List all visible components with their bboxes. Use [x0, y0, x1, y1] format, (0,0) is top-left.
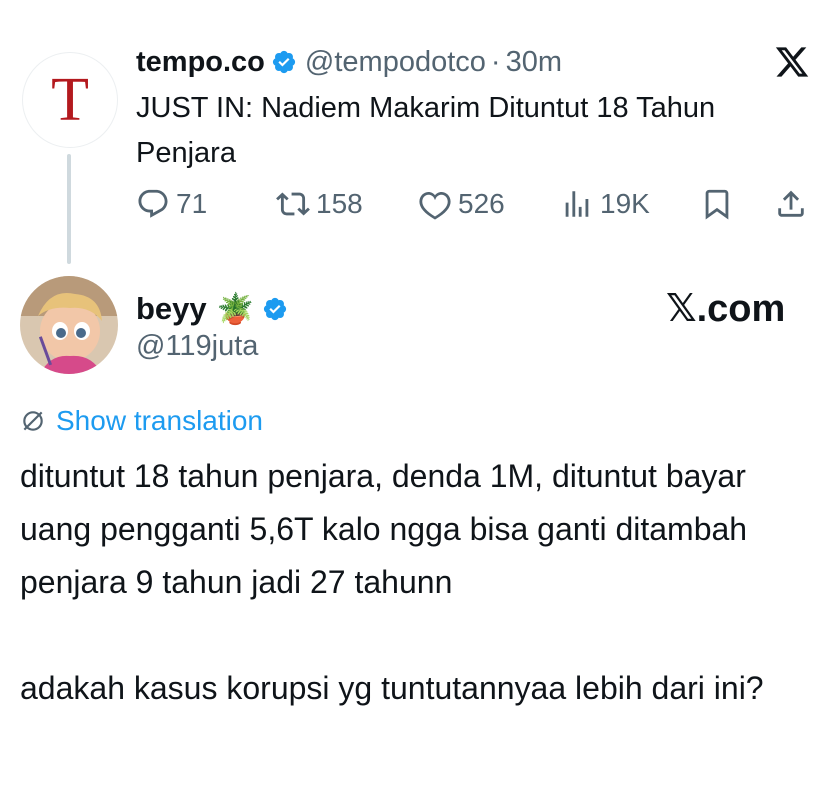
- like-icon: [419, 191, 451, 220]
- tempo-avatar-letter: T: [51, 66, 89, 134]
- views-count: 19K: [600, 188, 650, 219]
- beyy-avatar[interactable]: [20, 276, 118, 374]
- thread-connector-line: [67, 154, 71, 264]
- xcom-watermark: 𝕏.com: [666, 288, 786, 330]
- bookmark-icon: [705, 189, 729, 220]
- share-button[interactable]: [774, 184, 808, 224]
- tweet-timestamp[interactable]: 30m: [506, 46, 562, 79]
- plant-emoji-icon: 🪴: [216, 292, 255, 326]
- header-separator: ·: [490, 45, 501, 78]
- tempo-handle[interactable]: @tempodotco: [305, 46, 486, 79]
- main-tweet-text: dituntut 18 tahun penjara, denda 1M, dit…: [20, 458, 764, 706]
- repost-button[interactable]: 158: [276, 184, 363, 224]
- show-translation-button[interactable]: Show translation: [20, 404, 263, 438]
- verified-badge-icon: [272, 50, 296, 74]
- verified-badge-icon: [263, 297, 287, 321]
- views-icon: [565, 191, 589, 217]
- x-logo-icon[interactable]: [774, 44, 810, 80]
- share-icon: [778, 190, 804, 217]
- tempo-display-name[interactable]: tempo.co: [136, 46, 265, 79]
- repost-count: 158: [316, 188, 363, 219]
- reply-count: 71: [176, 188, 208, 219]
- like-count: 526: [458, 188, 505, 219]
- views-button[interactable]: 19K: [560, 184, 650, 224]
- reply-icon: [138, 189, 168, 218]
- reply-button[interactable]: 71: [136, 184, 207, 224]
- repost-icon: [276, 192, 310, 216]
- beyy-display-name[interactable]: beyy: [136, 291, 207, 327]
- beyy-header: beyy 🪴: [136, 290, 288, 328]
- avatar-image: [20, 276, 118, 374]
- quoted-tweet-header: tempo.co @tempodotco · 30m: [136, 44, 562, 80]
- quoted-tweet-text: JUST IN: Nadiem Makarim Dituntut 18 Tahu…: [136, 92, 716, 169]
- tempo-avatar[interactable]: T: [22, 52, 118, 148]
- bookmark-button[interactable]: [700, 184, 734, 224]
- translate-icon: [23, 411, 43, 431]
- like-button[interactable]: 526: [418, 184, 505, 224]
- beyy-handle[interactable]: @119juta: [136, 330, 258, 363]
- show-translation-label: Show translation: [56, 405, 264, 436]
